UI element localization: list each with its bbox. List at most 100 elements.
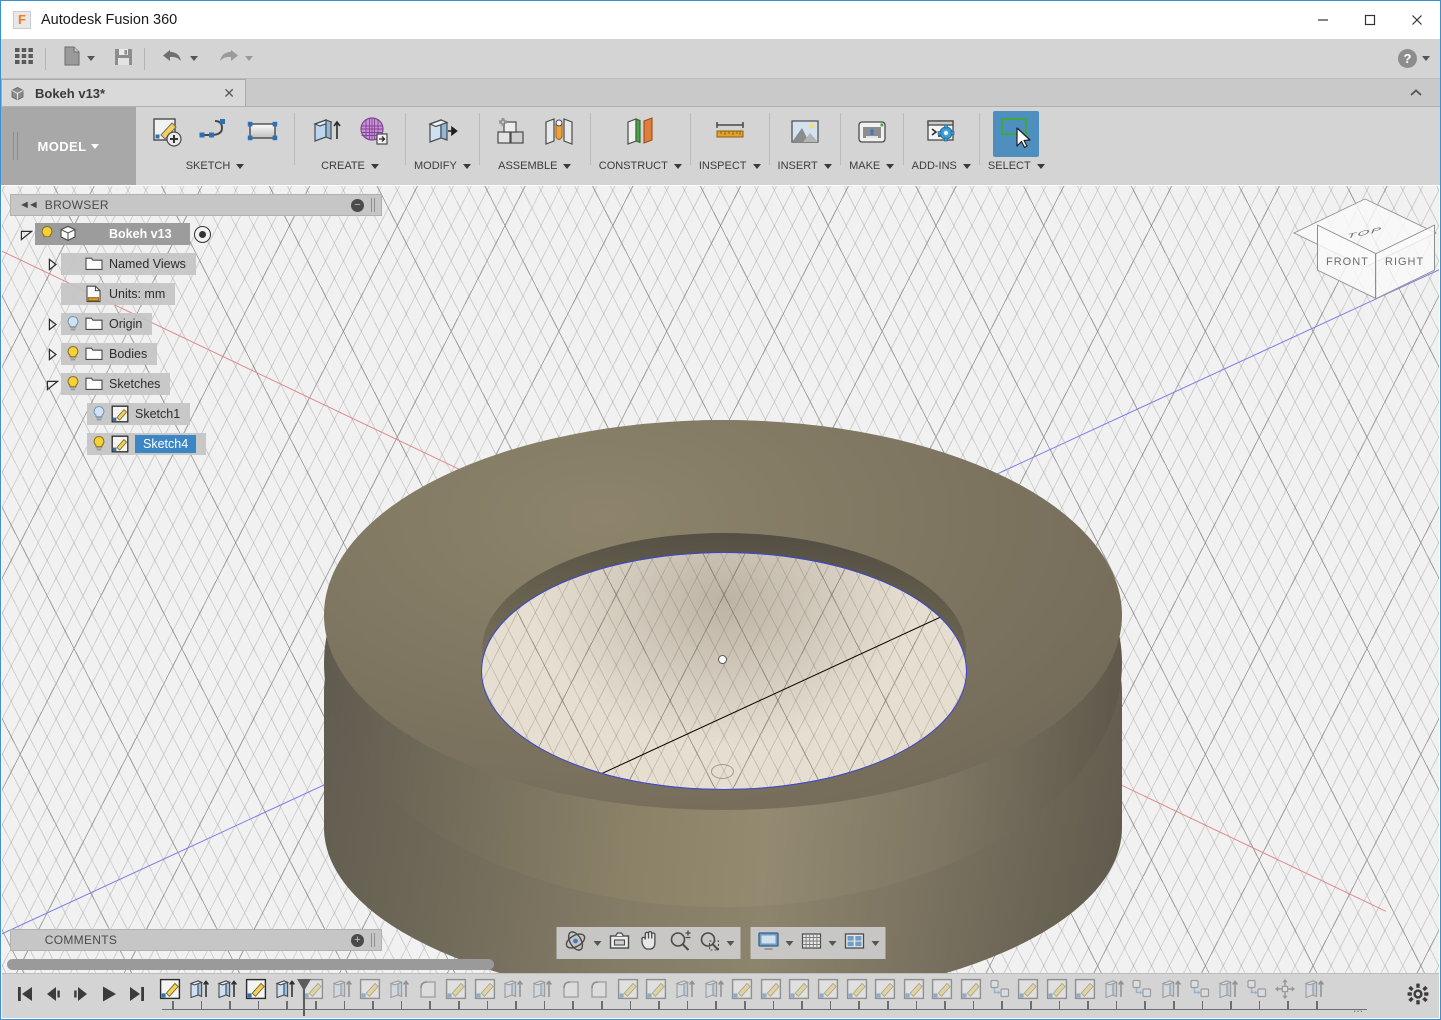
- go-to-end-button[interactable]: [124, 982, 150, 1010]
- ring-body-model[interactable]: [324, 420, 1122, 973]
- redo-button[interactable]: [210, 43, 259, 75]
- timeline-feature-1[interactable]: [156, 978, 185, 1005]
- timeline-feature-22[interactable]: [756, 978, 785, 1005]
- scrollbar-thumb[interactable]: [7, 959, 494, 970]
- chevron-down-icon[interactable]: [370, 163, 379, 169]
- timeline-feature-25[interactable]: [842, 978, 871, 1005]
- measure-button[interactable]: [707, 111, 753, 157]
- timeline-feature-20[interactable]: [699, 978, 728, 1005]
- activate-component-radio[interactable]: [193, 225, 211, 243]
- ribbon-group-label-modify[interactable]: MODIFY: [414, 160, 471, 172]
- timeline-feature-14[interactable]: [528, 978, 557, 1005]
- timeline-feature-30[interactable]: [985, 978, 1014, 1005]
- browser-item-sketch4[interactable]: Sketch4: [87, 433, 207, 455]
- browser-item-bodies[interactable]: Bodies: [61, 343, 158, 365]
- ribbon-group-label-select[interactable]: SELECT: [988, 160, 1045, 172]
- 3d-print-button[interactable]: [849, 111, 895, 157]
- ribbon-group-label-sketch[interactable]: SKETCH: [186, 160, 245, 172]
- timeline-feature-35[interactable]: [1128, 978, 1157, 1005]
- timeline-feature-16[interactable]: [585, 978, 614, 1005]
- timeline-feature-40[interactable]: [1271, 978, 1300, 1005]
- timeline-feature-17[interactable]: [614, 978, 643, 1005]
- chevron-down-icon[interactable]: [785, 940, 793, 946]
- display-settings-button[interactable]: [753, 929, 796, 957]
- ribbon-group-label-inspect[interactable]: INSPECT: [699, 160, 761, 172]
- collapse-panel-icon[interactable]: ◄◄: [19, 199, 39, 211]
- browser-item-named-views[interactable]: Named Views: [61, 253, 196, 275]
- ribbon-group-label-construct[interactable]: CONSTRUCT: [599, 160, 682, 172]
- chevron-down-icon[interactable]: [91, 143, 100, 149]
- timeline-feature-2[interactable]: [185, 978, 214, 1005]
- chevron-down-icon[interactable]: [190, 56, 198, 61]
- browser-item-units-mm[interactable]: Units: mm: [61, 283, 176, 305]
- close-button[interactable]: [1393, 1, 1440, 39]
- ribbon-group-label-insert[interactable]: INSERT: [778, 160, 832, 172]
- timeline-feature-37[interactable]: [1185, 978, 1214, 1005]
- light-bulb-icon[interactable]: [90, 435, 108, 453]
- chevron-down-icon[interactable]: [593, 940, 601, 946]
- timeline-feature-15[interactable]: [556, 978, 585, 1005]
- press-pull-button[interactable]: [419, 111, 465, 157]
- minimize-panel-icon[interactable]: −: [351, 198, 364, 212]
- timeline-feature-41[interactable]: [1300, 978, 1329, 1005]
- app-grid-button[interactable]: [7, 43, 41, 75]
- browser-item-bokeh-v13[interactable]: Bokeh v13: [35, 223, 190, 245]
- chevron-down-icon[interactable]: [823, 163, 832, 169]
- timeline-feature-10[interactable]: [413, 978, 442, 1005]
- timeline-feature-39[interactable]: [1243, 978, 1272, 1005]
- timeline-feature-36[interactable]: [1157, 978, 1186, 1005]
- chevron-down-icon[interactable]: [236, 163, 245, 169]
- undo-button[interactable]: [155, 43, 204, 75]
- origin-marker[interactable]: [711, 764, 734, 779]
- go-to-beginning-button[interactable]: [12, 982, 38, 1010]
- ribbon-group-label-make[interactable]: MAKE: [849, 160, 895, 172]
- timeline-playhead[interactable]: [297, 976, 311, 1016]
- timeline-feature-31[interactable]: [1014, 978, 1043, 1005]
- timeline-feature-9[interactable]: [385, 978, 414, 1005]
- selected-sketch-circle[interactable]: [481, 552, 967, 790]
- 3d-viewport[interactable]: TOP FRONT RIGHT ◄◄ BROWSER − Bokeh v13 N…: [2, 186, 1439, 973]
- step-back-button[interactable]: [40, 982, 66, 1010]
- ribbon-group-label-create[interactable]: CREATE: [321, 160, 379, 172]
- timeline-feature-7[interactable]: [328, 978, 357, 1005]
- light-bulb-icon[interactable]: [64, 345, 82, 363]
- chevron-down-icon[interactable]: [828, 940, 836, 946]
- timeline-feature-5[interactable]: [270, 978, 299, 1005]
- timeline-feature-29[interactable]: [957, 978, 986, 1005]
- timeline-feature-4[interactable]: [242, 978, 271, 1005]
- collapse-ribbon-button[interactable]: [1396, 82, 1436, 104]
- twisty-collapsed-icon[interactable]: [44, 316, 61, 333]
- extrude-button[interactable]: [303, 111, 349, 157]
- twisty-collapsed-icon[interactable]: [44, 256, 61, 273]
- timeline-feature-28[interactable]: [928, 978, 957, 1005]
- new-file-button[interactable]: [56, 43, 101, 75]
- view-cube[interactable]: TOP FRONT RIGHT: [1293, 191, 1437, 300]
- chevron-down-icon[interactable]: [563, 163, 572, 169]
- chevron-down-icon[interactable]: [673, 163, 682, 169]
- timeline-feature-26[interactable]: [871, 978, 900, 1005]
- twisty-collapsed-icon[interactable]: [44, 346, 61, 363]
- timeline-feature-13[interactable]: [499, 978, 528, 1005]
- offset-plane-button[interactable]: [617, 111, 663, 157]
- chevron-down-icon[interactable]: [87, 56, 95, 61]
- create-form-button[interactable]: [351, 111, 397, 157]
- workspace-selector[interactable]: MODEL: [1, 107, 136, 185]
- panel-grip-icon[interactable]: [371, 198, 377, 212]
- light-bulb-icon[interactable]: [64, 375, 82, 393]
- chevron-down-icon[interactable]: [1422, 56, 1430, 61]
- sketch-point[interactable]: [718, 655, 727, 664]
- light-bulb-icon[interactable]: [90, 405, 108, 423]
- create-sketch-button[interactable]: [144, 111, 190, 157]
- timeline-feature-12[interactable]: [471, 978, 500, 1005]
- chevron-down-icon[interactable]: [962, 163, 971, 169]
- minimize-button[interactable]: [1299, 1, 1346, 39]
- light-bulb-icon[interactable]: [38, 225, 56, 243]
- timeline-feature-33[interactable]: [1071, 978, 1100, 1005]
- grid-snaps-button[interactable]: [796, 929, 839, 957]
- chevron-down-icon[interactable]: [726, 940, 734, 946]
- timeline-settings-button[interactable]: [1397, 983, 1439, 1010]
- ribbon-group-label-assemble[interactable]: ASSEMBLE: [498, 160, 572, 172]
- step-forward-button[interactable]: [68, 982, 94, 1010]
- timeline-feature-8[interactable]: [356, 978, 385, 1005]
- look-at-button[interactable]: [604, 929, 634, 957]
